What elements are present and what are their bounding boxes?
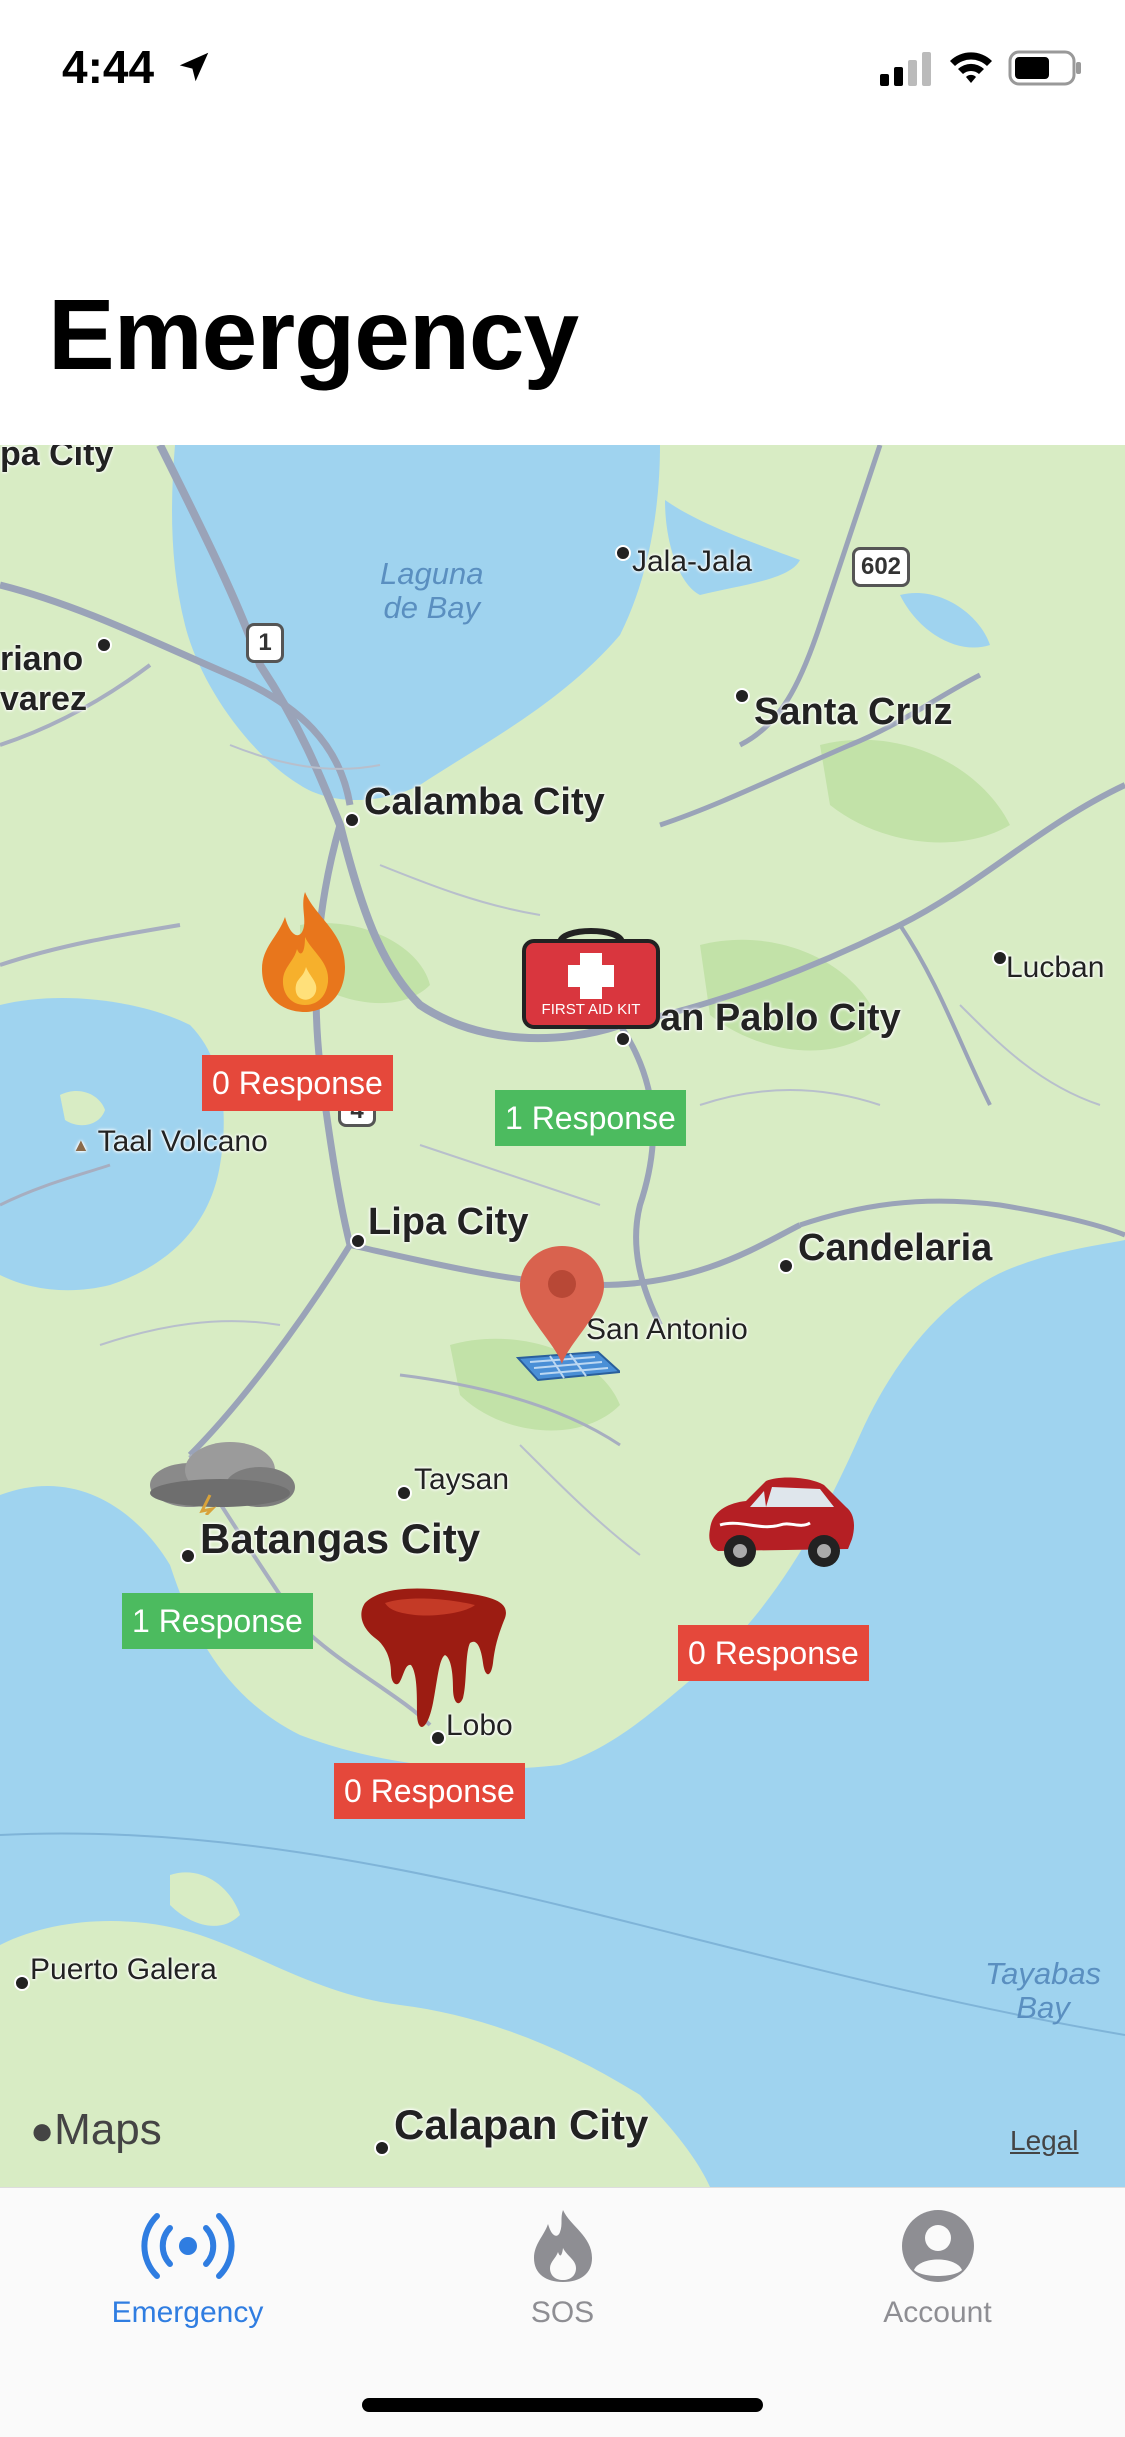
flame-icon [533,2210,592,2282]
incident-response-badge: 0 Response [334,1763,525,1819]
map-dot-taysan [396,1485,412,1501]
battery-icon [1008,50,1081,86]
map-dot-puerto-galera [14,1975,30,1991]
map-label-lipa-city: Lipa City [368,1201,529,1243]
incident-response-badge: 1 Response [122,1593,313,1649]
incident-response-badge: 0 Response [678,1625,869,1681]
current-location-pin-icon[interactable] [500,1240,620,1390]
map-label-calapan-city: Calapan City [394,2101,649,2148]
map-dot-mariano [96,637,112,653]
tab-sos-label: SOS [530,2296,595,2329]
map-label-batangas-city: Batangas City [200,1515,481,1562]
wifi-icon [950,52,992,83]
cellular-signal-icon [880,52,931,86]
map-dot-jala-jala [615,545,631,561]
apple-maps-logo: ●Maps [30,2105,162,2154]
location-arrow-icon [179,52,209,82]
first-aid-kit-text: FIRST AID KIT [541,1001,641,1018]
status-bar: 4:44 [0,0,1125,140]
map-dot-calapan [374,2140,390,2156]
map-label-mariano: riano [0,640,84,678]
map-label-candelaria: Candelaria [798,1227,993,1269]
incident-response-badge: 0 Response [202,1055,393,1111]
map-dot-san-pablo [615,1031,631,1047]
apple-logo-icon: ● [30,2109,55,2153]
storm-cloud-incident-icon[interactable] [140,1435,300,1515]
map-dot-batangas [180,1548,196,1564]
map-dot-calamba [344,812,360,828]
fire-incident-icon[interactable] [250,887,360,1017]
map-label-lucban: Lucban [1006,951,1105,984]
map-dot-lipa [350,1233,366,1249]
page-title: Emergency [48,279,579,391]
map-label-san-pablo-city: an Pablo City [660,997,901,1039]
map-label-jala-jala: Jala-Jala [632,545,753,578]
incident-response-badge: 1 Response [495,1090,686,1146]
status-time: 4:44 [62,41,155,93]
map-label-lipa-city-top: pa City [0,445,114,473]
map-label-santa-cruz: Santa Cruz [754,691,953,733]
car-crash-incident-icon[interactable] [700,1467,860,1577]
map-label-laguna-de-bay: Laguna de Bay [380,556,484,625]
map-label-tayabas-bay: Tayabas Bay [985,1956,1102,2025]
broadcast-icon [140,2213,235,2279]
tab-account-label: Account [883,2296,992,2329]
map-view[interactable]: 1 602 4 pa City Laguna de Bay Jala-Jala … [0,445,1125,2187]
map-label-taal-volcano: ▲ Taal Volcano [72,1125,268,1158]
home-indicator [362,2398,763,2412]
route-shield-602: 602 [852,547,910,587]
map-label-alvarez: varez [0,680,87,718]
volcano-icon: ▲ [72,1135,90,1155]
map-dot-santa-cruz [734,688,750,704]
map-dot-candelaria [778,1258,794,1274]
blood-incident-icon[interactable] [355,1583,515,1743]
legal-link[interactable]: Legal [1010,2125,1079,2157]
tab-sos[interactable]: SOS [375,2188,750,2368]
route-shield-1: 1 [246,623,284,663]
map-label-puerto-galera: Puerto Galera [30,1953,217,1986]
person-circle-icon [901,2210,974,2282]
map-label-taysan: Taysan [414,1463,510,1496]
map-label-calamba-city: Calamba City [364,781,605,823]
tab-emergency[interactable]: Emergency [0,2188,375,2368]
tab-account[interactable]: Account [750,2188,1125,2368]
tab-emergency-label: Emergency [111,2296,264,2329]
first-aid-kit-icon[interactable]: FIRST AID KIT [520,923,662,1031]
